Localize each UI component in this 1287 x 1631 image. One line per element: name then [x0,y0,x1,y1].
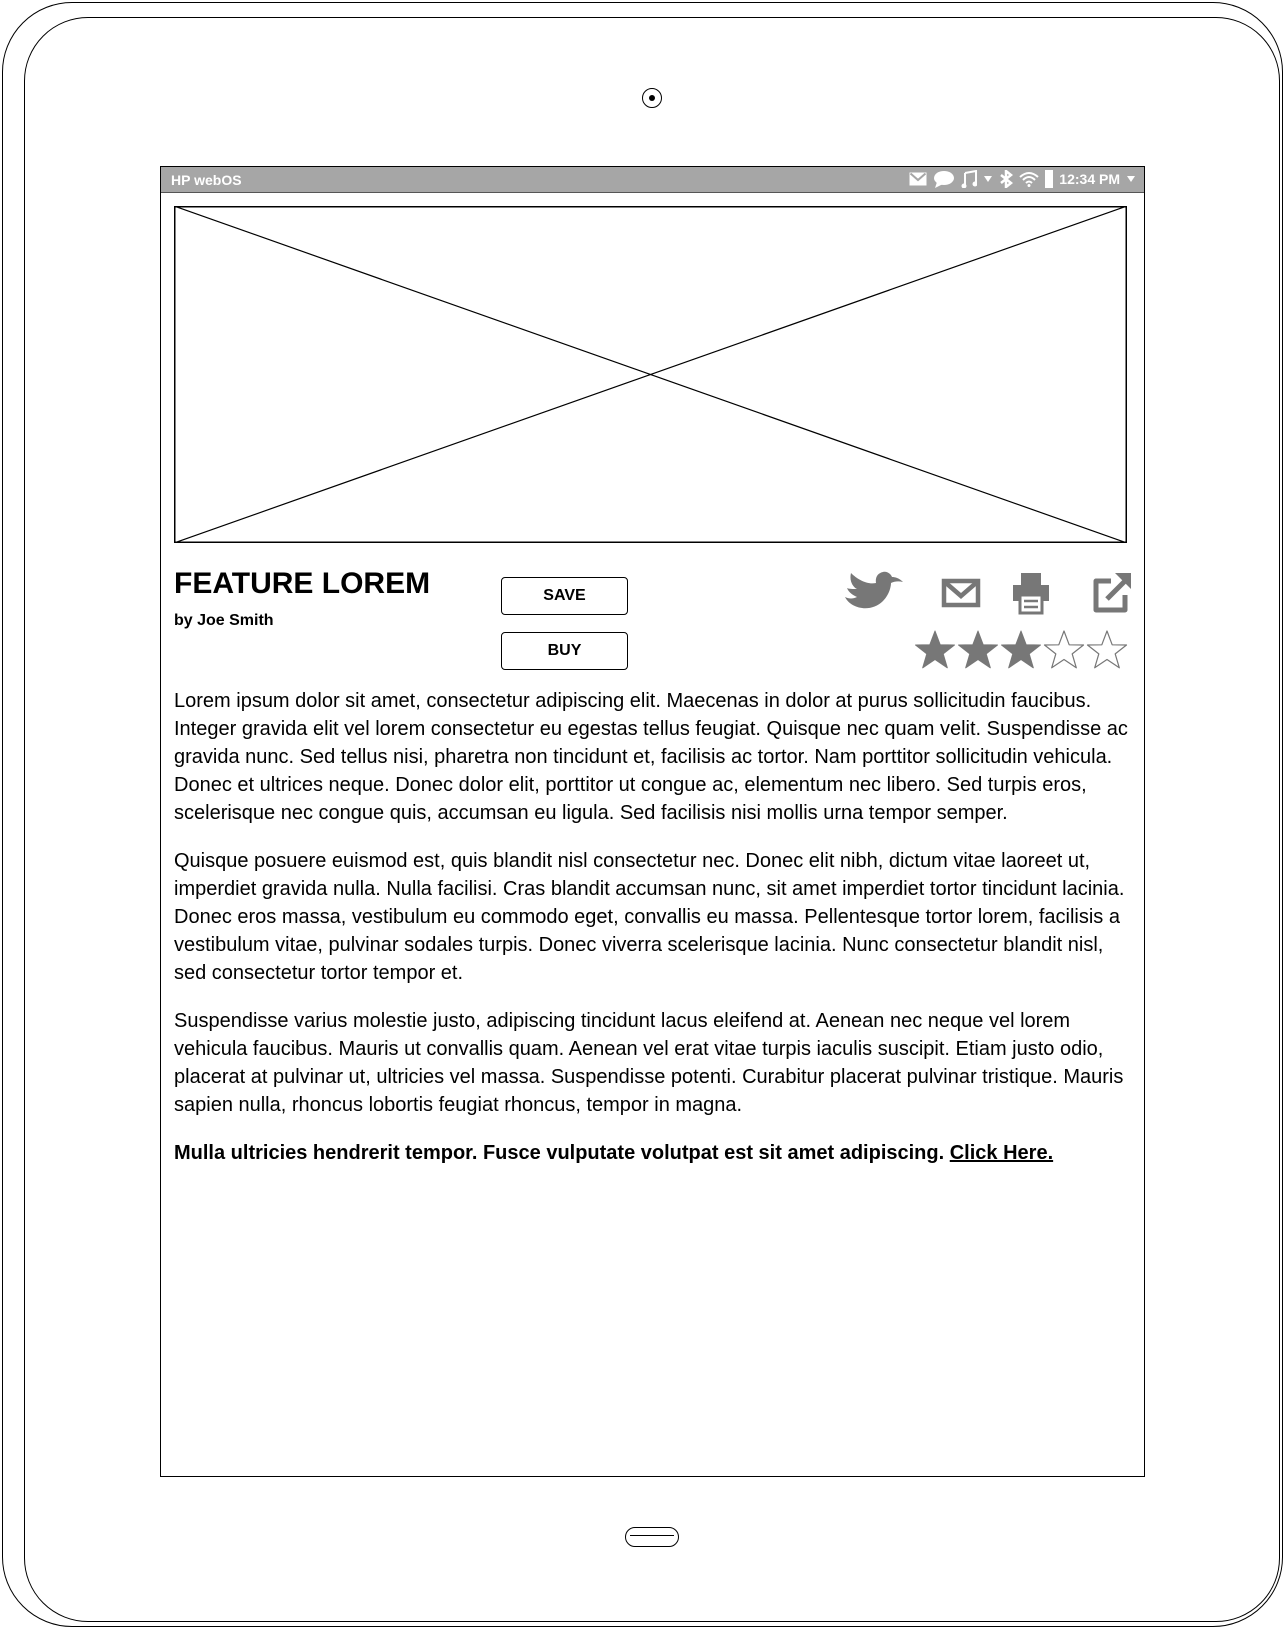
home-button[interactable] [625,1527,679,1547]
star-filled-icon[interactable] [914,629,956,671]
save-button[interactable]: SAVE [501,577,628,615]
star-empty-icon[interactable] [1043,629,1085,671]
star-filled-icon[interactable] [1000,629,1042,671]
dropdown-arrow-icon[interactable] [1126,175,1136,183]
music-icon [961,170,978,188]
article-body: Lorem ipsum dolor sit amet, consectetur … [174,687,1134,1187]
email-icon[interactable] [941,571,981,615]
article-paragraph: Lorem ipsum dolor sit amet, consectetur … [174,690,1128,824]
article-paragraph: Suspendisse varius molestie justo, adipi… [174,1010,1124,1116]
status-bar: HP webOS 12:34 PM [161,167,1144,193]
image-placeholder [174,206,1127,543]
star-rating[interactable] [914,629,1128,671]
article-title: FEATURE LOREM [174,567,431,600]
bluetooth-icon [1000,170,1014,188]
click-here-link[interactable]: Click Here. [950,1142,1053,1164]
os-name: HP webOS [171,172,242,188]
wifi-icon [1019,172,1039,187]
screen: HP webOS 12:34 PM FEATURE LOREM by Joe S… [160,166,1145,1477]
star-empty-icon[interactable] [1086,629,1128,671]
twitter-icon[interactable] [841,571,907,615]
dropdown-arrow-icon[interactable] [983,175,993,183]
status-icons: 12:34 PM [909,169,1136,189]
callout: Mulla ultricies hendrerit tempor. Fusce … [174,1139,1134,1167]
callout-text: Mulla ultricies hendrerit tempor. Fusce … [174,1142,945,1164]
battery-icon [1045,170,1054,188]
print-icon[interactable] [1011,571,1051,615]
mail-icon [909,172,927,186]
article-paragraph: Quisque posuere euismod est, quis blandi… [174,850,1125,984]
article-byline: by Joe Smith [174,612,274,629]
camera-icon [642,88,662,108]
external-link-icon[interactable] [1091,571,1133,615]
chat-icon [934,171,955,188]
buy-button[interactable]: BUY [501,632,628,670]
clock: 12:34 PM [1059,171,1120,187]
star-filled-icon[interactable] [957,629,999,671]
